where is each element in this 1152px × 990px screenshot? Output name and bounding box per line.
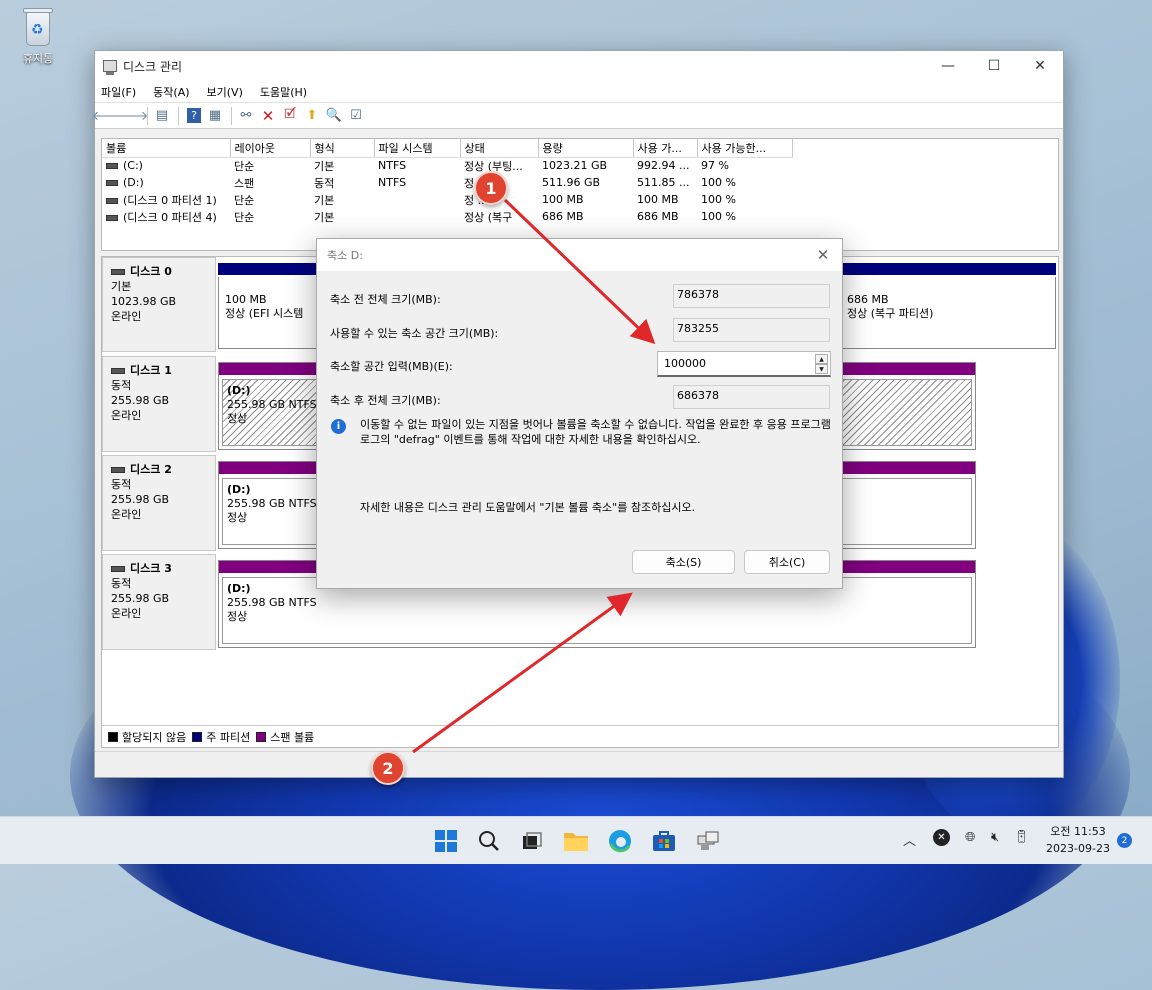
annotation-arrows	[412, 198, 656, 754]
network-globe-icon[interactable]: 🌐︎	[965, 830, 975, 845]
annotation-step-2: 2	[371, 751, 405, 785]
disk-management-taskbar-icon[interactable]	[692, 825, 724, 857]
notification-badge[interactable]: 2	[1117, 833, 1132, 848]
arrow-1	[503, 198, 656, 345]
clock-date: 2023-09-23	[1046, 842, 1110, 855]
tray-chevron-icon[interactable]: ︿	[903, 830, 916, 849]
taskbar: ︿ ✕ 🌐︎ 🔇︎ 🔋︎ 오전 11:53 2023-09-23 2	[0, 816, 1152, 864]
edge-icon[interactable]	[604, 825, 636, 857]
file-explorer-icon[interactable]	[560, 825, 592, 857]
store-icon[interactable]	[648, 825, 680, 857]
battery-icon[interactable]: 🔋︎	[1013, 830, 1030, 845]
taskbar-clock[interactable]: 오전 11:53 2023-09-23	[1040, 823, 1116, 857]
search-icon[interactable]	[473, 825, 505, 857]
clock-time: 오전 11:53	[1050, 825, 1106, 838]
annotation-step-1: 1	[474, 171, 508, 205]
arrow-2	[412, 592, 633, 754]
start-icon[interactable]	[430, 825, 462, 857]
volume-muted-icon[interactable]: 🔇︎	[991, 830, 999, 845]
task-view-icon[interactable]	[516, 825, 548, 857]
tray-close-icon[interactable]: ✕	[933, 829, 950, 846]
